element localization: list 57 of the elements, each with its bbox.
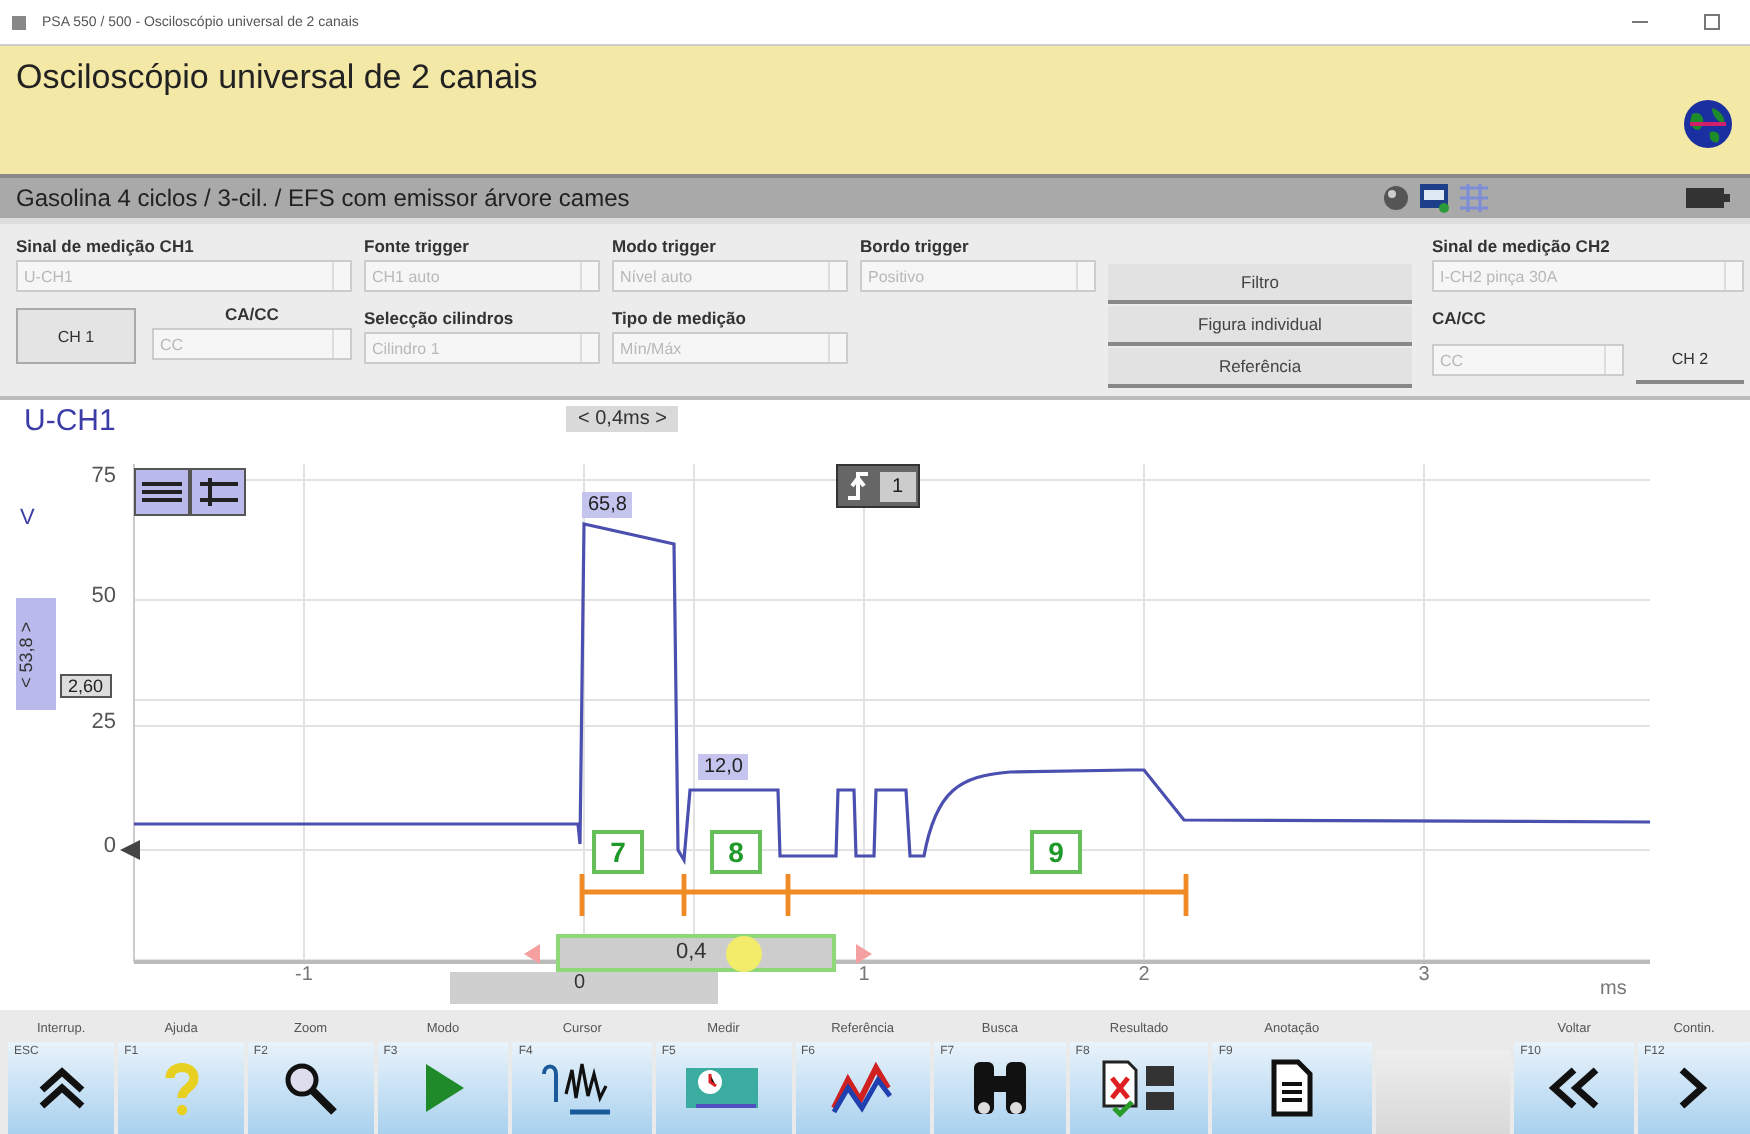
monitor-icon[interactable] [1418, 182, 1450, 214]
document-check-icon [1099, 1058, 1180, 1118]
search-icon [282, 1060, 339, 1116]
axis-tick: -1 [293, 964, 315, 986]
trigger-indicator[interactable]: 1 [836, 464, 920, 508]
axis-tick: 50 [89, 584, 116, 608]
field-label: CA/CC [223, 304, 281, 328]
sphere-icon [1382, 184, 1410, 212]
plateau-value: 12,0 [698, 754, 749, 780]
axis-tick: 75 [89, 464, 116, 488]
step-number: 7 [592, 830, 644, 874]
screen-title: Osciloscópio universal de 2 canais [16, 58, 540, 98]
field-label: CA/CC [1432, 308, 1488, 332]
play-icon [421, 1062, 466, 1114]
field-label: Fonte trigger [364, 236, 471, 260]
field-label: Tipo de medição [612, 308, 748, 332]
maximize-icon[interactable] [1702, 12, 1722, 32]
help-icon [161, 1060, 202, 1116]
empty-slot [1375, 1050, 1511, 1134]
field-label: Sinal de medição CH1 [16, 236, 196, 260]
axis-tick: 0 [101, 834, 116, 858]
battery-icon [1686, 186, 1730, 210]
back-icon [1546, 1066, 1603, 1110]
channel-button[interactable]: CH 1 [16, 308, 136, 364]
peak-value: 65,8 [582, 492, 633, 518]
vehicle-info: Gasolina 4 ciclos / 3-cil. / EFS com emissor árvore cames [16, 184, 630, 212]
zero-marker-icon [120, 840, 140, 860]
field-label: Modo trigger [612, 236, 718, 260]
trigger-channel: 1 [880, 471, 916, 501]
axis-tick: 2 [1136, 964, 1152, 986]
step-number: 8 [710, 830, 762, 874]
slider-handle[interactable] [726, 936, 763, 972]
field-label: Bordo trigger [860, 236, 971, 260]
cursor-value: 2,60 [60, 674, 112, 698]
step-number: 9 [1030, 830, 1082, 874]
app-icon [12, 15, 26, 29]
channel-name: U-CH1 [24, 404, 116, 438]
timebase-label: < 0,4ms > [566, 406, 679, 432]
axis-unit: ms [1600, 978, 1627, 1000]
scale-icon[interactable] [134, 468, 246, 516]
document-icon [1269, 1058, 1314, 1118]
zoom-slider[interactable]: 0,4 [556, 934, 836, 972]
field-label: Sinal de medição CH2 [1432, 236, 1612, 260]
offset-value: 0 [450, 972, 718, 1004]
axis-tick: 25 [89, 710, 116, 734]
panel-button[interactable]: Figura individual [1108, 306, 1412, 346]
chevrons-up-icon [35, 1064, 88, 1112]
globe-icon[interactable] [1682, 98, 1734, 150]
axis-tick: 3 [1416, 964, 1432, 986]
axis-tick: 1 [856, 964, 872, 986]
graph-lines-icon [828, 1060, 897, 1116]
range-label: < 53,8 > [16, 598, 56, 710]
panel-button[interactable]: Filtro [1108, 264, 1412, 304]
slider-value: 0,4 [676, 940, 707, 964]
axis-unit: V [20, 506, 35, 530]
field-label: Selecção cilindros [364, 308, 516, 332]
panel-button[interactable]: Referência [1108, 348, 1412, 388]
